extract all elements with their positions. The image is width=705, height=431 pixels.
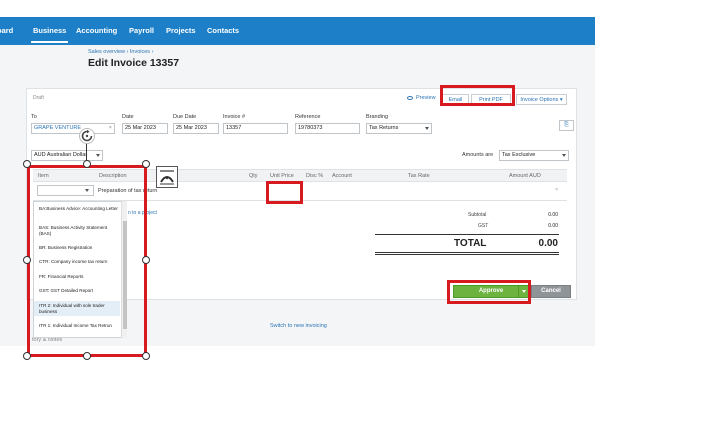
status-label: Draft [33, 95, 44, 101]
annotation-box-dropdown [27, 165, 147, 357]
col-tax-rate: Tax Rate [408, 173, 430, 179]
breadcrumb[interactable]: Sales overview › Invoices › [88, 49, 153, 55]
annotation-box-email-pdf [440, 85, 515, 106]
nav-payroll[interactable]: Payroll [129, 17, 154, 45]
nav-projects[interactable]: Projects [166, 17, 196, 45]
invoice-options-button[interactable]: Invoice Options ▾ [516, 94, 567, 105]
nav-accounting[interactable]: Accounting [76, 17, 117, 45]
resize-handle[interactable] [83, 160, 91, 168]
reference-field[interactable]: 19780373 [295, 123, 360, 134]
totals-rule-double [375, 254, 559, 255]
screen: oard Business Accounting Payroll Project… [0, 0, 705, 431]
gst-value: 0.00 [548, 223, 558, 229]
chevron-down-icon [425, 127, 429, 130]
chevron-down-icon [562, 154, 566, 157]
resize-handle[interactable] [83, 352, 91, 360]
col-unit-price: Unit Price [270, 173, 294, 179]
layout-glyph [160, 170, 174, 185]
currency-select[interactable]: AUD Australian Dollar [31, 150, 103, 161]
attach-icon[interactable]: ⎘ [559, 120, 574, 131]
delete-row-icon[interactable]: × [555, 187, 558, 193]
resize-handle[interactable] [23, 256, 31, 264]
branding-value: Tax Returns [369, 125, 399, 131]
annotation-box-unit-price [266, 181, 303, 204]
branding-label: Branding [366, 114, 389, 120]
to-value: GRAPE VENTURE [34, 125, 82, 131]
date-label: Date [122, 114, 134, 120]
total-value: 0.00 [538, 238, 558, 249]
chevron-down-icon [96, 154, 100, 157]
invoice-number-label: Invoice # [223, 114, 246, 120]
top-navbar: oard Business Accounting Payroll Project… [0, 17, 595, 45]
amounts-select[interactable]: Tax Exclusive [499, 150, 569, 161]
annotation-box-approve [447, 280, 531, 304]
subtotal-label: Subtotal [468, 212, 487, 218]
amounts-value: Tax Exclusive [502, 152, 536, 158]
total-label: TOTAL [454, 238, 487, 249]
rotate-connector [86, 143, 87, 161]
switch-new-invoicing-link[interactable]: Switch to new invoicing [270, 323, 327, 329]
preview-link[interactable]: Preview [407, 95, 436, 101]
date-field[interactable]: 25 Mar 2023 [122, 123, 168, 134]
to-label: To [31, 114, 37, 120]
col-disc: Disc % [306, 173, 324, 179]
branding-select[interactable]: Tax Returns [366, 123, 432, 134]
col-account: Account [332, 173, 352, 179]
to-field[interactable]: GRAPE VENTURE × [31, 123, 115, 134]
due-date-field[interactable]: 25 Mar 2023 [173, 123, 219, 134]
nav-dashboard[interactable]: oard [0, 17, 13, 45]
invoice-number-field[interactable]: 13357 [223, 123, 288, 134]
resize-handle[interactable] [142, 352, 150, 360]
nav-contacts[interactable]: Contacts [207, 17, 239, 45]
col-amount: Amount AUD [509, 173, 541, 179]
resize-handle[interactable] [23, 160, 31, 168]
gst-label: GST [478, 223, 489, 229]
reference-label: Reference [295, 114, 321, 120]
col-qty: Qty [249, 173, 258, 179]
cancel-button[interactable]: Cancel [531, 285, 571, 298]
due-date-label: Due Date [173, 114, 197, 120]
resize-handle[interactable] [142, 160, 150, 168]
totals-rule [375, 234, 559, 235]
nav-business[interactable]: Business [30, 17, 69, 45]
amounts-label: Amounts are [462, 152, 494, 158]
subtotal-value: 0.00 [548, 212, 558, 218]
preview-label: Preview [416, 95, 436, 101]
layout-options-icon[interactable] [156, 166, 178, 188]
totals-rule-bottom [375, 252, 559, 253]
clear-icon[interactable]: × [109, 124, 112, 133]
rotate-icon [81, 129, 93, 142]
page-title: Edit Invoice 13357 [88, 57, 180, 69]
resize-handle[interactable] [142, 256, 150, 264]
eye-icon [407, 95, 413, 100]
resize-handle[interactable] [23, 352, 31, 360]
rotate-handle[interactable] [79, 128, 95, 144]
currency-value: AUD Australian Dollar [34, 152, 88, 158]
